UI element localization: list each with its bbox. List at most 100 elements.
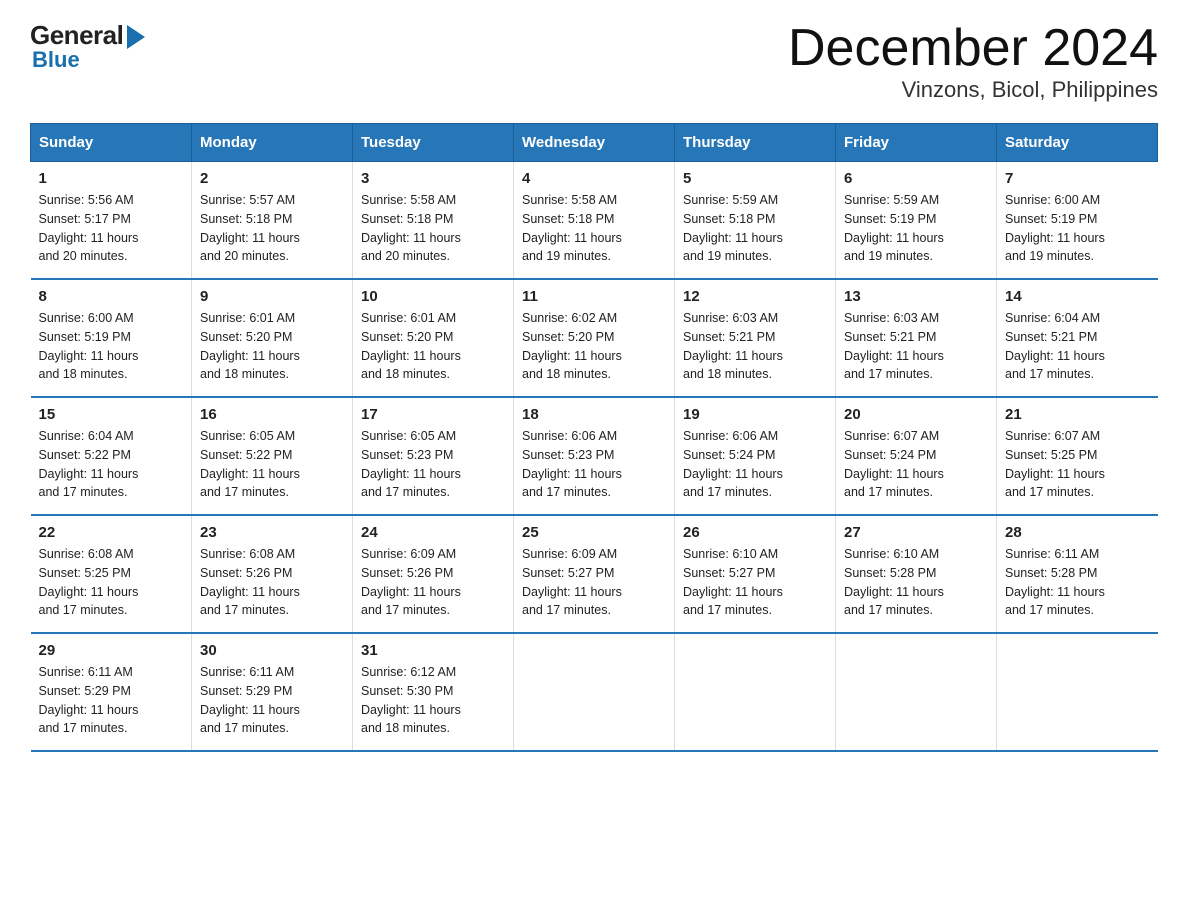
calendar-cell: 26 Sunrise: 6:10 AMSunset: 5:27 PMDaylig…	[675, 515, 836, 633]
calendar-cell: 19 Sunrise: 6:06 AMSunset: 5:24 PMDaylig…	[675, 397, 836, 515]
day-number: 3	[361, 170, 505, 187]
day-info: Sunrise: 6:05 AMSunset: 5:22 PMDaylight:…	[200, 427, 344, 502]
day-number: 28	[1005, 524, 1150, 541]
day-info: Sunrise: 5:59 AMSunset: 5:19 PMDaylight:…	[844, 191, 988, 266]
day-number: 5	[683, 170, 827, 187]
day-number: 10	[361, 288, 505, 305]
calendar-header-monday: Monday	[192, 124, 353, 162]
day-info: Sunrise: 6:06 AMSunset: 5:23 PMDaylight:…	[522, 427, 666, 502]
logo-blue-text: Blue	[32, 47, 80, 73]
calendar-cell: 12 Sunrise: 6:03 AMSunset: 5:21 PMDaylig…	[675, 279, 836, 397]
day-number: 26	[683, 524, 827, 541]
day-info: Sunrise: 6:09 AMSunset: 5:27 PMDaylight:…	[522, 545, 666, 620]
day-info: Sunrise: 6:01 AMSunset: 5:20 PMDaylight:…	[361, 309, 505, 384]
day-info: Sunrise: 6:05 AMSunset: 5:23 PMDaylight:…	[361, 427, 505, 502]
day-number: 14	[1005, 288, 1150, 305]
logo: General Blue	[30, 20, 145, 73]
calendar-week-row: 8 Sunrise: 6:00 AMSunset: 5:19 PMDayligh…	[31, 279, 1158, 397]
day-info: Sunrise: 6:07 AMSunset: 5:25 PMDaylight:…	[1005, 427, 1150, 502]
day-number: 2	[200, 170, 344, 187]
day-number: 29	[39, 642, 184, 659]
calendar-cell: 17 Sunrise: 6:05 AMSunset: 5:23 PMDaylig…	[353, 397, 514, 515]
calendar-cell: 22 Sunrise: 6:08 AMSunset: 5:25 PMDaylig…	[31, 515, 192, 633]
day-number: 27	[844, 524, 988, 541]
day-number: 31	[361, 642, 505, 659]
calendar-table: SundayMondayTuesdayWednesdayThursdayFrid…	[30, 123, 1158, 752]
day-number: 4	[522, 170, 666, 187]
calendar-cell: 10 Sunrise: 6:01 AMSunset: 5:20 PMDaylig…	[353, 279, 514, 397]
calendar-week-row: 29 Sunrise: 6:11 AMSunset: 5:29 PMDaylig…	[31, 633, 1158, 751]
logo-triangle-icon	[127, 25, 145, 49]
calendar-cell: 5 Sunrise: 5:59 AMSunset: 5:18 PMDayligh…	[675, 162, 836, 280]
day-info: Sunrise: 6:02 AMSunset: 5:20 PMDaylight:…	[522, 309, 666, 384]
day-info: Sunrise: 5:57 AMSunset: 5:18 PMDaylight:…	[200, 191, 344, 266]
calendar-header-tuesday: Tuesday	[353, 124, 514, 162]
day-info: Sunrise: 6:03 AMSunset: 5:21 PMDaylight:…	[844, 309, 988, 384]
day-info: Sunrise: 6:00 AMSunset: 5:19 PMDaylight:…	[39, 309, 184, 384]
day-info: Sunrise: 6:06 AMSunset: 5:24 PMDaylight:…	[683, 427, 827, 502]
calendar-cell: 9 Sunrise: 6:01 AMSunset: 5:20 PMDayligh…	[192, 279, 353, 397]
calendar-cell: 28 Sunrise: 6:11 AMSunset: 5:28 PMDaylig…	[997, 515, 1158, 633]
day-info: Sunrise: 6:09 AMSunset: 5:26 PMDaylight:…	[361, 545, 505, 620]
day-info: Sunrise: 5:58 AMSunset: 5:18 PMDaylight:…	[522, 191, 666, 266]
day-info: Sunrise: 6:10 AMSunset: 5:27 PMDaylight:…	[683, 545, 827, 620]
day-number: 12	[683, 288, 827, 305]
calendar-cell: 20 Sunrise: 6:07 AMSunset: 5:24 PMDaylig…	[836, 397, 997, 515]
day-number: 23	[200, 524, 344, 541]
day-number: 19	[683, 406, 827, 423]
day-number: 1	[39, 170, 184, 187]
day-number: 13	[844, 288, 988, 305]
calendar-body: 1 Sunrise: 5:56 AMSunset: 5:17 PMDayligh…	[31, 162, 1158, 752]
location-subtitle: Vinzons, Bicol, Philippines	[788, 77, 1158, 103]
day-info: Sunrise: 6:01 AMSunset: 5:20 PMDaylight:…	[200, 309, 344, 384]
calendar-cell: 14 Sunrise: 6:04 AMSunset: 5:21 PMDaylig…	[997, 279, 1158, 397]
day-info: Sunrise: 6:04 AMSunset: 5:21 PMDaylight:…	[1005, 309, 1150, 384]
day-number: 30	[200, 642, 344, 659]
day-number: 21	[1005, 406, 1150, 423]
calendar-cell: 29 Sunrise: 6:11 AMSunset: 5:29 PMDaylig…	[31, 633, 192, 751]
day-number: 11	[522, 288, 666, 305]
calendar-cell	[675, 633, 836, 751]
day-info: Sunrise: 6:08 AMSunset: 5:26 PMDaylight:…	[200, 545, 344, 620]
day-info: Sunrise: 6:07 AMSunset: 5:24 PMDaylight:…	[844, 427, 988, 502]
calendar-cell: 16 Sunrise: 6:05 AMSunset: 5:22 PMDaylig…	[192, 397, 353, 515]
calendar-week-row: 22 Sunrise: 6:08 AMSunset: 5:25 PMDaylig…	[31, 515, 1158, 633]
calendar-cell: 27 Sunrise: 6:10 AMSunset: 5:28 PMDaylig…	[836, 515, 997, 633]
calendar-cell: 21 Sunrise: 6:07 AMSunset: 5:25 PMDaylig…	[997, 397, 1158, 515]
calendar-cell: 1 Sunrise: 5:56 AMSunset: 5:17 PMDayligh…	[31, 162, 192, 280]
title-section: December 2024 Vinzons, Bicol, Philippine…	[788, 20, 1158, 103]
calendar-header-thursday: Thursday	[675, 124, 836, 162]
calendar-cell: 8 Sunrise: 6:00 AMSunset: 5:19 PMDayligh…	[31, 279, 192, 397]
calendar-cell: 24 Sunrise: 6:09 AMSunset: 5:26 PMDaylig…	[353, 515, 514, 633]
calendar-header-friday: Friday	[836, 124, 997, 162]
day-number: 15	[39, 406, 184, 423]
calendar-cell: 30 Sunrise: 6:11 AMSunset: 5:29 PMDaylig…	[192, 633, 353, 751]
day-info: Sunrise: 6:10 AMSunset: 5:28 PMDaylight:…	[844, 545, 988, 620]
calendar-cell: 6 Sunrise: 5:59 AMSunset: 5:19 PMDayligh…	[836, 162, 997, 280]
day-info: Sunrise: 6:12 AMSunset: 5:30 PMDaylight:…	[361, 663, 505, 738]
day-info: Sunrise: 6:11 AMSunset: 5:29 PMDaylight:…	[39, 663, 184, 738]
day-info: Sunrise: 6:03 AMSunset: 5:21 PMDaylight:…	[683, 309, 827, 384]
day-number: 22	[39, 524, 184, 541]
day-info: Sunrise: 6:11 AMSunset: 5:29 PMDaylight:…	[200, 663, 344, 738]
calendar-header-sunday: Sunday	[31, 124, 192, 162]
calendar-cell: 25 Sunrise: 6:09 AMSunset: 5:27 PMDaylig…	[514, 515, 675, 633]
calendar-cell: 18 Sunrise: 6:06 AMSunset: 5:23 PMDaylig…	[514, 397, 675, 515]
calendar-cell: 23 Sunrise: 6:08 AMSunset: 5:26 PMDaylig…	[192, 515, 353, 633]
day-number: 24	[361, 524, 505, 541]
day-info: Sunrise: 5:58 AMSunset: 5:18 PMDaylight:…	[361, 191, 505, 266]
calendar-cell: 31 Sunrise: 6:12 AMSunset: 5:30 PMDaylig…	[353, 633, 514, 751]
page-header: General Blue December 2024 Vinzons, Bico…	[30, 20, 1158, 103]
day-number: 9	[200, 288, 344, 305]
day-number: 16	[200, 406, 344, 423]
calendar-cell: 3 Sunrise: 5:58 AMSunset: 5:18 PMDayligh…	[353, 162, 514, 280]
calendar-cell: 4 Sunrise: 5:58 AMSunset: 5:18 PMDayligh…	[514, 162, 675, 280]
calendar-week-row: 15 Sunrise: 6:04 AMSunset: 5:22 PMDaylig…	[31, 397, 1158, 515]
day-number: 6	[844, 170, 988, 187]
calendar-cell: 11 Sunrise: 6:02 AMSunset: 5:20 PMDaylig…	[514, 279, 675, 397]
calendar-cell	[514, 633, 675, 751]
day-number: 25	[522, 524, 666, 541]
day-info: Sunrise: 6:00 AMSunset: 5:19 PMDaylight:…	[1005, 191, 1150, 266]
calendar-header-saturday: Saturday	[997, 124, 1158, 162]
day-number: 17	[361, 406, 505, 423]
